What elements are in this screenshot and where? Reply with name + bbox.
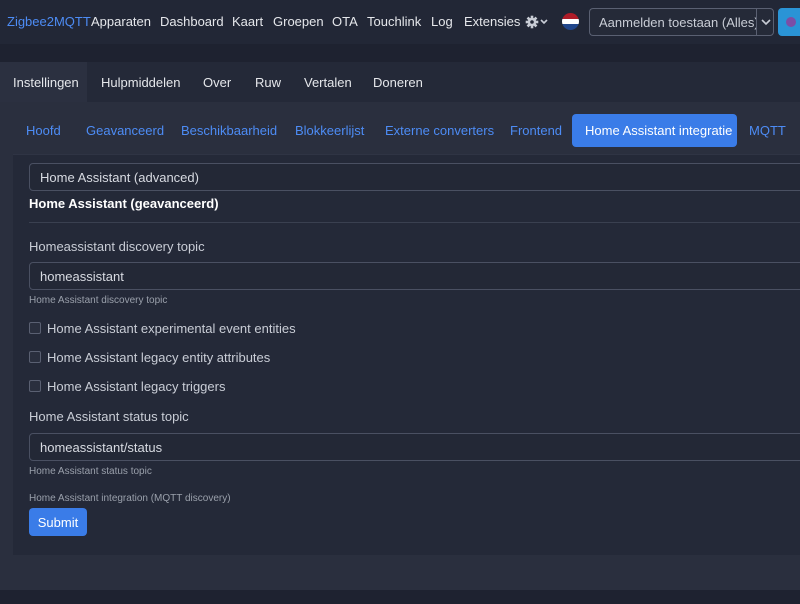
- section-title: Home Assistant (geavanceerd): [29, 196, 219, 211]
- integration-help: Home Assistant integration (MQTT discove…: [29, 493, 231, 504]
- legacy-entity-attributes-checkbox[interactable]: [29, 351, 41, 363]
- avatar: [786, 17, 796, 27]
- tab-over[interactable]: Over: [203, 62, 231, 102]
- subtab-home-assistant[interactable]: Home Assistant integratie: [572, 114, 737, 147]
- discovery-topic-input[interactable]: homeassistant: [29, 262, 800, 290]
- permit-join-button[interactable]: Aanmelden toestaan (Alles): [589, 8, 759, 36]
- submit-button[interactable]: Submit: [29, 508, 87, 536]
- legacy-entity-attributes-label[interactable]: Home Assistant legacy entity attributes: [47, 350, 270, 365]
- subtab-geavanceerd[interactable]: Geavanceerd: [86, 123, 164, 138]
- legacy-triggers-label[interactable]: Home Assistant legacy triggers: [47, 379, 225, 394]
- tab-ruw[interactable]: Ruw: [255, 62, 281, 102]
- discovery-topic-label: Homeassistant discovery topic: [29, 239, 205, 254]
- status-topic-help: Home Assistant status topic: [29, 466, 152, 477]
- settings-top-tabs: Instellingen Hulpmiddelen Over Ruw Verta…: [0, 62, 800, 102]
- tab-vertalen[interactable]: Vertalen: [304, 62, 352, 102]
- navbar: Zigbee2MQTT Apparaten Dashboard Kaart Gr…: [0, 0, 800, 44]
- status-topic-value: homeassistant/status: [40, 440, 163, 455]
- gear-icon: [525, 15, 548, 29]
- settings-dropdown[interactable]: [525, 12, 549, 32]
- subtab-mqtt[interactable]: MQTT: [749, 123, 786, 138]
- status-topic-input[interactable]: homeassistant/status: [29, 433, 800, 461]
- subtab-frontend[interactable]: Frontend: [510, 123, 562, 138]
- discovery-topic-help: Home Assistant discovery topic: [29, 295, 168, 306]
- legacy-triggers-checkbox[interactable]: [29, 380, 41, 392]
- section-select-value: Home Assistant (advanced): [40, 170, 199, 185]
- experimental-event-entities-label[interactable]: Home Assistant experimental event entiti…: [47, 321, 296, 336]
- subtab-blokkeerlijst[interactable]: Blokkeerlijst: [295, 123, 364, 138]
- divider: [29, 222, 800, 223]
- permit-join-dropdown-toggle[interactable]: [756, 8, 774, 36]
- subtab-hoofd[interactable]: Hoofd: [26, 123, 61, 138]
- chevron-down-icon: [761, 19, 771, 26]
- tab-instellingen[interactable]: Instellingen: [0, 62, 87, 102]
- footer: [0, 590, 800, 604]
- nav-link-extensies[interactable]: Extensies: [464, 14, 520, 29]
- experimental-event-entities-checkbox[interactable]: [29, 322, 41, 334]
- nav-link-kaart[interactable]: Kaart: [232, 14, 263, 29]
- nav-link-dashboard[interactable]: Dashboard: [160, 14, 224, 29]
- brand-link[interactable]: Zigbee2MQTT: [7, 14, 91, 29]
- tab-hulpmiddelen[interactable]: Hulpmiddelen: [101, 62, 181, 102]
- extra-action-button[interactable]: [778, 8, 800, 36]
- tab-doneren[interactable]: Doneren: [373, 62, 423, 102]
- nav-link-apparaten[interactable]: Apparaten: [91, 14, 151, 29]
- chevron-down-icon: [540, 19, 548, 25]
- discovery-topic-value: homeassistant: [40, 269, 124, 284]
- nav-link-groepen[interactable]: Groepen: [273, 14, 324, 29]
- nav-link-touchlink[interactable]: Touchlink: [367, 14, 421, 29]
- section-select[interactable]: Home Assistant (advanced): [29, 163, 800, 191]
- permit-join-label: Aanmelden toestaan (Alles): [599, 15, 759, 30]
- nav-link-ota[interactable]: OTA: [332, 14, 358, 29]
- status-topic-label: Home Assistant status topic: [29, 409, 189, 424]
- subtab-externe-converters[interactable]: Externe converters: [385, 123, 494, 138]
- nav-link-log[interactable]: Log: [431, 14, 453, 29]
- subtab-beschikbaarheid[interactable]: Beschikbaarheid: [181, 123, 277, 138]
- netherlands-flag-icon[interactable]: [562, 13, 579, 30]
